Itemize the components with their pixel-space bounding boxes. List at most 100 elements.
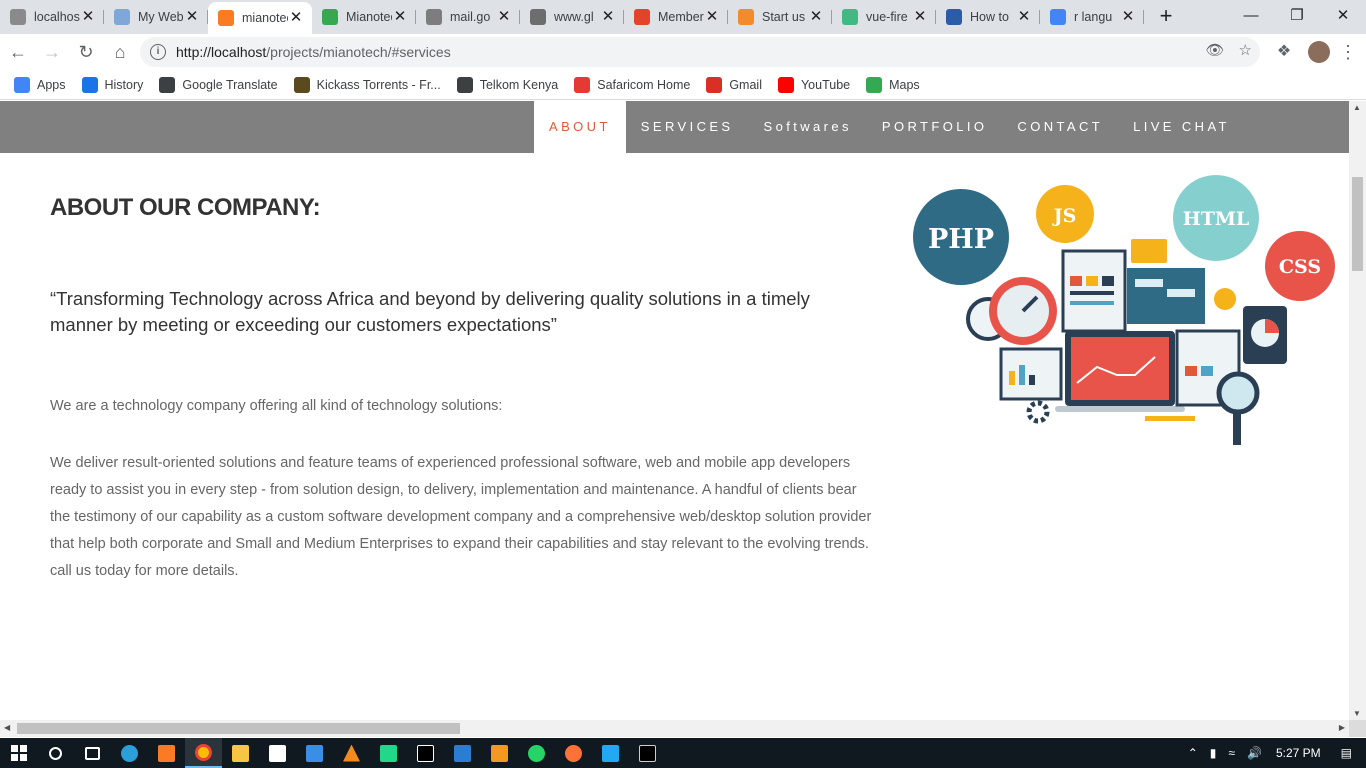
tab-title: localhost [34,10,80,24]
whatsapp-icon[interactable] [518,738,555,768]
tab-active[interactable]: mianotech✕ [208,2,312,34]
tab[interactable]: My Web ✕ [104,3,208,31]
tab-favicon-icon [946,9,962,25]
tab-close-icon[interactable]: ✕ [912,9,928,25]
vscode-icon[interactable] [592,738,629,768]
tab[interactable]: www.gl ✕ [520,3,624,31]
tab[interactable]: Mianotech✕ [312,3,416,31]
body-paragraph: We deliver result-oriented solutions and… [50,455,872,579]
screen-line [1070,301,1114,305]
word-icon[interactable] [444,738,481,768]
extensions-icon[interactable]: ❖ [1268,36,1300,68]
address-bar[interactable]: i http://localhost/projects/mianotech/#s… [140,37,1260,67]
vertical-scroll-thumb[interactable] [1352,177,1363,271]
bookmark-item[interactable]: Safaricom Home [574,76,690,93]
bookmark-label: History [104,77,144,92]
tracking-blocked-icon[interactable]: 👁 [1206,41,1225,59]
nav-link-live-chat[interactable]: LIVE CHAT [1118,101,1245,153]
horizontal-scrollbar[interactable]: ◀ ▶ [0,720,1349,737]
search-icon[interactable] [37,738,74,768]
chrome-taskbar-icon[interactable] [185,738,222,768]
tab[interactable]: Members✕ [624,3,728,31]
bookmark-item[interactable]: Google Translate [159,76,278,93]
tab[interactable]: mail.go ✕ [416,3,520,31]
tray-chevron-icon[interactable]: ⌃ [1188,746,1198,760]
tab-close-icon[interactable]: ✕ [808,9,824,25]
screen-block [1070,276,1082,286]
bookmark-item[interactable]: History [81,76,144,93]
forward-icon[interactable]: → [36,36,68,68]
tab[interactable]: vue-fire ✕ [832,3,936,31]
tab[interactable]: localhost ✕ [0,3,104,31]
restore-icon[interactable]: ❐ [1274,0,1320,32]
horizontal-scroll-thumb[interactable] [17,723,460,734]
task-view-icon[interactable] [74,738,111,768]
laptop-display [1071,337,1169,400]
back-icon[interactable]: ← [2,36,34,68]
laptop-base [1055,406,1185,412]
tab-title: www.gl [554,10,594,24]
notifications-icon[interactable]: ▤ [1341,746,1352,760]
window-controls: — ❐ ✕ [1228,0,1366,32]
url-text[interactable]: http://localhost/projects/mianotech/#ser… [176,44,451,60]
file-explorer-icon[interactable] [222,738,259,768]
close-window-icon[interactable]: ✕ [1320,0,1366,32]
tab-close-icon[interactable]: ✕ [184,9,200,25]
scroll-down-arrow-icon[interactable]: ▼ [1353,709,1361,718]
site-info-icon[interactable]: i [150,44,166,60]
mail-icon[interactable] [296,738,333,768]
reload-icon[interactable]: ↻ [70,36,102,68]
url-host: http://localhost [176,44,267,60]
home-icon[interactable]: ⌂ [104,36,136,68]
bookmark-item[interactable]: Kickass Torrents - Fr... [293,76,441,93]
windows-taskbar: ⌃ ▮ ≈ 🔊 5:27 PM ▤ [0,738,1366,768]
battery-icon[interactable]: ▮ [1210,746,1217,760]
menu-icon[interactable]: ⋮ [1338,36,1358,68]
tab-close-icon[interactable]: ✕ [288,10,304,26]
bookmark-item[interactable]: Apps [14,76,66,93]
nav-link-contact[interactable]: CONTACT [1002,101,1118,153]
intellij-icon[interactable] [407,738,444,768]
nav-link-about[interactable]: ABOUT [534,101,626,153]
scroll-up-arrow-icon[interactable]: ▲ [1353,103,1361,112]
bookmark-star-icon[interactable]: ☆ [1239,41,1252,59]
bookmark-item[interactable]: Maps [866,76,920,93]
nav-link-portfolio[interactable]: PORTFOLIO [867,101,1002,153]
scroll-left-arrow-icon[interactable]: ◀ [4,723,10,732]
tab[interactable]: Start us ✕ [728,3,832,31]
firefox-icon[interactable] [555,738,592,768]
tab-close-icon[interactable]: ✕ [600,9,616,25]
xampp-icon[interactable] [148,738,185,768]
edge-icon[interactable] [111,738,148,768]
minimize-icon[interactable]: — [1228,0,1274,32]
tab-close-icon[interactable]: ✕ [392,9,408,25]
bookmark-item[interactable]: Gmail [706,76,762,93]
new-tab-button[interactable]: + [1152,3,1180,31]
vertical-scrollbar[interactable]: ▲ ▼ [1349,101,1366,720]
sublime-icon[interactable] [481,738,518,768]
tab[interactable]: How to ✕ [936,3,1040,31]
store-icon[interactable] [259,738,296,768]
scroll-right-arrow-icon[interactable]: ▶ [1339,723,1345,732]
tab-close-icon[interactable]: ✕ [80,9,96,25]
nav-link-softwares[interactable]: Softwares [749,101,867,153]
tab-close-icon[interactable]: ✕ [1120,9,1136,25]
terminal-icon[interactable] [629,738,666,768]
wifi-icon[interactable]: ≈ [1228,746,1235,760]
bookmark-item[interactable]: YouTube [777,76,850,93]
pycharm-icon[interactable] [370,738,407,768]
intro-paragraph: We are a technology company offering all… [50,398,503,414]
volume-icon[interactable]: 🔊 [1247,746,1262,760]
magnifier-handle [1233,411,1241,445]
start-button[interactable] [0,738,37,768]
tab-close-icon[interactable]: ✕ [1016,9,1032,25]
tab-close-icon[interactable]: ✕ [704,9,720,25]
vlc-icon[interactable] [333,738,370,768]
tab-close-icon[interactable]: ✕ [496,9,512,25]
bookmark-item[interactable]: Telkom Kenya [456,76,558,93]
tab-title: Members [658,10,704,24]
clock[interactable]: 5:27 PM [1276,746,1321,760]
tab[interactable]: r langu ✕ [1040,3,1144,31]
profile-avatar[interactable] [1308,41,1330,63]
nav-link-services[interactable]: SERVICES [626,101,749,153]
